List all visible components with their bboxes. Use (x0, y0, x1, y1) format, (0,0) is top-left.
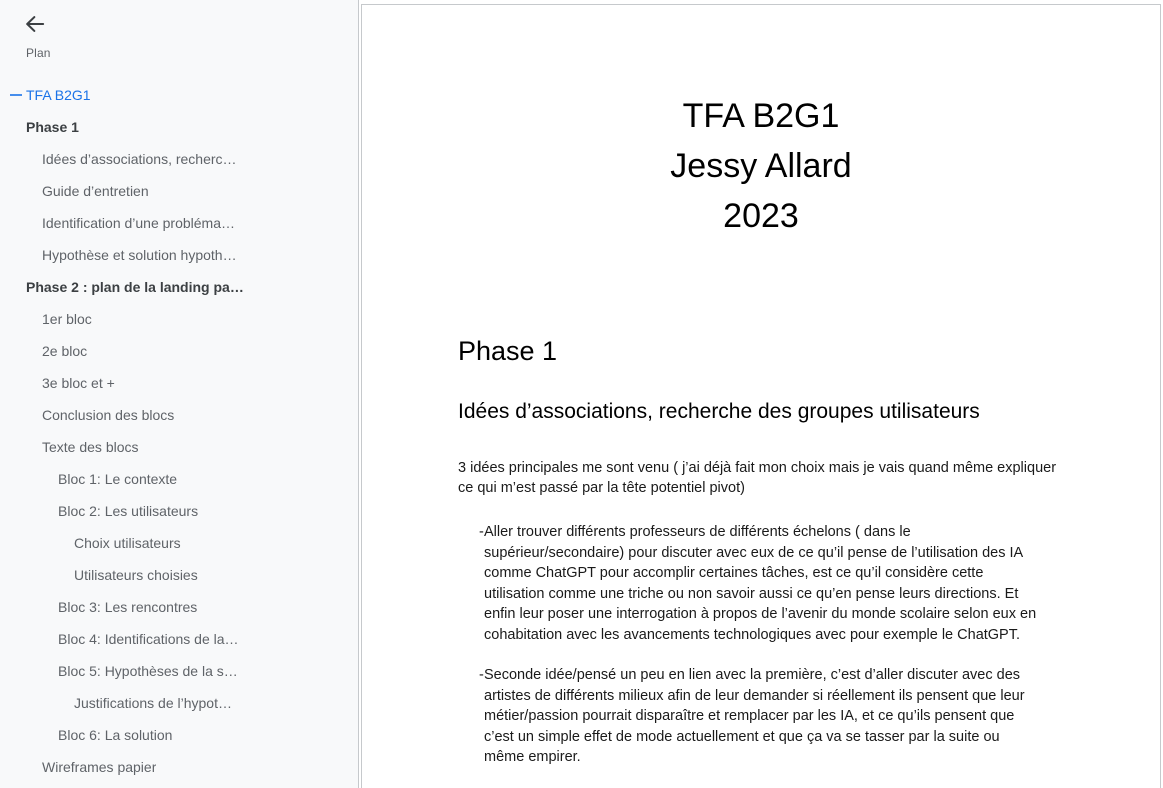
outline-item[interactable]: Texte des blocs (0, 431, 358, 463)
document-page[interactable]: TFA B2G1 Jessy Allard 2023 Phase 1 Idées… (361, 4, 1161, 788)
outline-item[interactable]: Bloc 6: La solution (0, 719, 358, 751)
bullet-dash-marker: - (479, 524, 484, 540)
app-root: Plan TFA B2G1 Phase 1 Idées d’associations… (0, 0, 1163, 788)
outline-item-label: Guide d’entretien (42, 183, 149, 199)
outline-item[interactable]: Phase 1 (0, 111, 358, 143)
outline-item-label: TFA B2G1 (26, 87, 91, 103)
outline-item[interactable]: Justifications de l’hypot… (0, 687, 358, 719)
outline-item[interactable]: 3e bloc et + (0, 367, 358, 399)
outline-item[interactable]: Utilisateurs choisies (0, 559, 358, 591)
outline-item-label: Justifications de l’hypot… (74, 695, 232, 711)
bullet-text: Aller trouver différents professeurs de … (484, 524, 1037, 643)
outline-item[interactable]: 1er bloc (0, 303, 358, 335)
outline-item-label: Phase 1 (26, 119, 79, 135)
outline-item[interactable]: Conclusion des blocs (0, 399, 358, 431)
outline-item-label: 3e bloc et + (42, 375, 115, 391)
outline-item[interactable]: TFA B2G1 (0, 79, 358, 111)
outline-item-label: Texte des blocs (42, 439, 139, 455)
outline-item-label: Conclusion des blocs (42, 407, 175, 423)
outline-item-label: Hypothèse et solution hypoth… (42, 247, 237, 263)
document-bullet-item: - Aller trouver différents professeurs de… (458, 522, 1064, 645)
outline-item-label: Idées d’associations, recherc… (42, 151, 237, 167)
outline-item[interactable]: Guide d’entretien (0, 175, 358, 207)
outline-item[interactable]: Choix utilisateurs (0, 527, 358, 559)
outline-item[interactable]: Bloc 5: Hypothèses de la s… (0, 655, 358, 687)
outline-item-label: Bloc 1: Le contexte (58, 471, 178, 487)
document-viewport[interactable]: TFA B2G1 Jessy Allard 2023 Phase 1 Idées… (359, 0, 1163, 788)
outline-item-label: Bloc 4: Identifications de la… (58, 631, 239, 647)
outline-item-label: 2e bloc (42, 343, 88, 359)
minus-collapse-icon[interactable] (10, 79, 22, 111)
outline-item[interactable]: Bloc 3: Les rencontres (0, 591, 358, 623)
bullet-text: Seconde idée/pensé un peu en lien avec l… (484, 667, 1025, 765)
bullet-dash-marker: - (479, 667, 484, 683)
doc-title-line-1: TFA B2G1 (682, 97, 840, 135)
outline-item[interactable]: Identification d’une probléma… (0, 207, 358, 239)
outline-item-label: Bloc 6: La solution (58, 727, 173, 743)
outline-item-label: Wireframes papier (42, 759, 157, 775)
document-bullet-list: - Aller trouver différents professeurs de… (458, 522, 1064, 768)
outline-item[interactable]: Hypothèse et solution hypoth… (0, 239, 358, 271)
doc-title-line-2: Jessy Allard (670, 147, 852, 185)
outline-item[interactable]: Bloc 1: Le contexte (0, 463, 358, 495)
outline-item-label: Bloc 2: Les utilisateurs (58, 503, 199, 519)
document-heading-2: Idées d’associations, recherche des grou… (458, 400, 980, 423)
outline-item-label: Bloc 5: Hypothèses de la s… (58, 663, 238, 679)
outline-pane-label: Plan (26, 46, 51, 60)
outline-item-label: Phase 2 : plan de la landing pa… (26, 279, 244, 295)
document-bullet-item: - Seconde idée/pensé un peu en lien avec … (458, 665, 1064, 768)
outline-item[interactable]: 2e bloc (0, 335, 358, 367)
back-arrow-icon[interactable] (22, 11, 48, 37)
outline-item[interactable]: Phase 2 : plan de la landing pa… (0, 271, 358, 303)
outline-item[interactable]: Wireframes papier (0, 751, 358, 783)
outline-item-label: Bloc 3: Les rencontres (58, 599, 198, 615)
outline-item[interactable]: Bloc 2: Les utilisateurs (0, 495, 358, 527)
document-heading-1: Phase 1 (458, 336, 558, 366)
outline-item[interactable]: Idées d’associations, recherc… (0, 143, 358, 175)
outline-item-label: 1er bloc (42, 311, 92, 327)
outline-item[interactable]: Bloc 4: Identifications de la… (0, 623, 358, 655)
outline-header (0, 0, 358, 48)
doc-title-line-3: 2023 (723, 197, 799, 235)
document-outline-pane: Plan TFA B2G1 Phase 1 Idées d’associations… (0, 0, 359, 788)
document-title-block: TFA B2G1 Jessy Allard 2023 (458, 91, 1064, 241)
outline-item-label: Choix utilisateurs (74, 535, 181, 551)
outline-item-list: TFA B2G1 Phase 1 Idées d’associations, rec… (0, 79, 358, 783)
outline-item-label: Utilisateurs choisies (74, 567, 198, 583)
outline-item-label: Identification d’une probléma… (42, 215, 236, 231)
document-intro-paragraph: 3 idées principales me sont venu ( j’ai … (458, 460, 1057, 496)
